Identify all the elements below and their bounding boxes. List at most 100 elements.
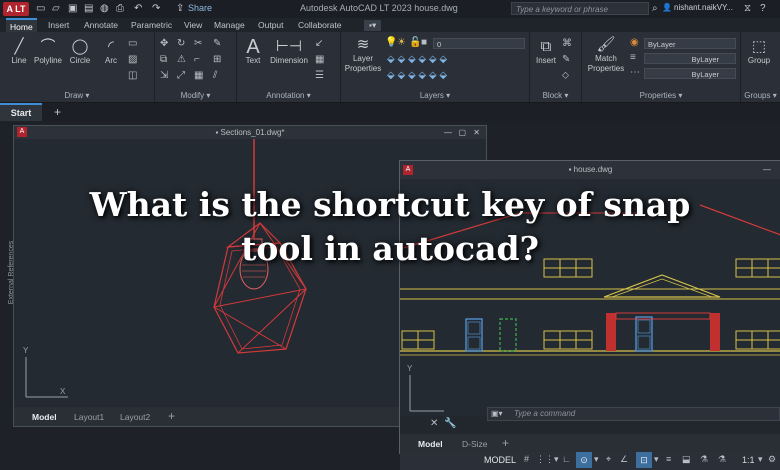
- move-icon[interactable]: ✥: [160, 38, 168, 49]
- object-snap-icon[interactable]: ⊡: [636, 452, 652, 468]
- tab-model[interactable]: Model: [32, 412, 57, 422]
- explode-icon[interactable]: ⊞: [213, 54, 221, 65]
- hatch-icon[interactable]: ▨: [128, 54, 137, 65]
- scale-icon[interactable]: ⤢: [177, 70, 185, 81]
- user-icon[interactable]: 👤: [662, 3, 672, 12]
- tab-parametric[interactable]: Parametric: [131, 20, 172, 30]
- window-titlebar[interactable]: A ▪ Sections_01.dwg* — ▢ ✕: [14, 126, 486, 139]
- layer-freeze-icon[interactable]: ☀: [397, 37, 406, 48]
- ribbon-options-icon[interactable]: ▪▾: [364, 20, 382, 31]
- tab-insert[interactable]: Insert: [48, 20, 69, 30]
- text-tool[interactable]: A Text: [241, 37, 265, 65]
- model-space-toggle[interactable]: MODEL: [484, 455, 516, 465]
- add-layout-button[interactable]: +: [168, 409, 175, 423]
- save-icon[interactable]: ▣: [68, 3, 77, 14]
- workspace-gear-icon[interactable]: ⚙: [768, 454, 776, 465]
- modify-panel-title[interactable]: Modify ▾: [155, 91, 236, 100]
- circle-tool[interactable]: ◯ Circle: [66, 38, 94, 65]
- mirror-icon[interactable]: ⚠: [177, 54, 186, 65]
- tab-layout2[interactable]: Layout2: [120, 412, 150, 422]
- annotation-scale-dropdown[interactable]: 1:1: [742, 455, 755, 465]
- properties-panel-title[interactable]: Properties ▾: [582, 91, 740, 100]
- tab-collaborate[interactable]: Collaborate: [298, 20, 341, 30]
- customize-icon[interactable]: 🔧: [444, 418, 456, 429]
- groups-panel-title[interactable]: Groups ▾: [741, 91, 780, 100]
- layer-on-icon[interactable]: 💡: [385, 37, 397, 48]
- group-tool[interactable]: ⬚ Group: [743, 38, 775, 65]
- minimize-icon[interactable]: —: [763, 161, 771, 179]
- new-tab-button[interactable]: +: [54, 105, 61, 119]
- web-icon[interactable]: ◍: [100, 3, 109, 14]
- autocad-logo[interactable]: A LT: [3, 2, 29, 16]
- copy-icon[interactable]: ⧉: [160, 54, 167, 65]
- app-store-icon[interactable]: ⧖: [744, 3, 751, 14]
- polar-tracking-icon[interactable]: ⊙: [576, 452, 592, 468]
- scale-dropdown-icon[interactable]: ▾: [758, 454, 763, 465]
- fillet-icon[interactable]: ⌐: [194, 54, 200, 65]
- object-snap-tracking-icon[interactable]: ∠: [620, 454, 628, 465]
- close-icon[interactable]: ✕: [473, 126, 480, 139]
- stretch-icon[interactable]: ⇲: [160, 70, 168, 81]
- object-snap-dropdown-icon[interactable]: ▾: [654, 454, 659, 465]
- arc-tool[interactable]: ◜ Arc: [99, 38, 123, 65]
- plot-icon[interactable]: ⎙: [116, 3, 124, 14]
- new-file-icon[interactable]: ▭: [36, 3, 45, 14]
- layer-color-swatch-icon[interactable]: ■: [421, 37, 427, 48]
- layer-dropdown[interactable]: 0: [433, 38, 525, 49]
- command-line-input[interactable]: Type a command: [487, 407, 780, 421]
- search-icon[interactable]: ⌕: [652, 3, 658, 14]
- layer-properties-tool[interactable]: ≋ Layer Properties: [343, 36, 383, 74]
- annotation-visibility-icon[interactable]: ⚗: [700, 454, 708, 465]
- help-icon[interactable]: ?: [760, 3, 766, 14]
- lineweight-dropdown[interactable]: ByLayer: [644, 53, 736, 64]
- annotation-panel-title[interactable]: Annotation ▾: [237, 91, 340, 100]
- redo-icon[interactable]: ↷: [152, 3, 160, 14]
- tab-model[interactable]: Model: [418, 439, 443, 449]
- erase-icon[interactable]: ✎: [213, 38, 221, 49]
- boundary-icon[interactable]: ◫: [128, 70, 137, 81]
- layer-tool-1-icon[interactable]: ⬙ ⬙ ⬙ ⬙ ⬙ ⬙: [387, 54, 447, 65]
- undo-icon[interactable]: ↶: [134, 3, 142, 14]
- dimension-tool[interactable]: ⊢⊣ Dimension: [267, 38, 311, 65]
- line-tool[interactable]: ╱ Line: [6, 38, 32, 65]
- leader-icon[interactable]: ↙: [315, 38, 323, 49]
- ortho-mode-icon[interactable]: ∟: [562, 454, 571, 464]
- layers-panel-title[interactable]: Layers ▾: [341, 91, 529, 100]
- tab-d-size[interactable]: D-Size: [462, 439, 488, 449]
- window-titlebar[interactable]: A ▪ house.dwg —: [400, 161, 780, 179]
- polyline-tool[interactable]: ⌒ Polyline: [33, 38, 63, 65]
- auto-scale-icon[interactable]: ⚗: [718, 454, 726, 465]
- trim-icon[interactable]: ✂: [194, 38, 202, 49]
- polar-dropdown-icon[interactable]: ▾: [594, 454, 599, 465]
- lineweight-toggle-icon[interactable]: ≡: [666, 454, 671, 464]
- open-folder-icon[interactable]: ▱: [52, 3, 60, 14]
- share-icon[interactable]: ⇪: [176, 3, 184, 14]
- block-panel-title[interactable]: Block ▾: [530, 91, 581, 100]
- array-icon[interactable]: ▦: [194, 70, 203, 81]
- draw-panel-title[interactable]: Draw ▾: [0, 91, 154, 100]
- tab-manage[interactable]: Manage: [214, 20, 245, 30]
- linetype-dropdown[interactable]: ByLayer: [644, 68, 736, 79]
- command-history-icon[interactable]: ▣▾: [491, 409, 503, 418]
- edit-block-icon[interactable]: ✎: [562, 54, 570, 65]
- tab-view[interactable]: View: [184, 20, 202, 30]
- save-as-icon[interactable]: ▤: [84, 3, 93, 14]
- table-icon[interactable]: ▦: [315, 54, 324, 65]
- start-tab[interactable]: Start: [0, 103, 42, 121]
- tab-home[interactable]: Home: [6, 18, 37, 32]
- layer-tool-2-icon[interactable]: ⬙ ⬙ ⬙ ⬙ ⬙ ⬙: [387, 70, 447, 81]
- close-command-icon[interactable]: ✕: [430, 418, 438, 429]
- isodraft-icon[interactable]: ⌖: [606, 454, 611, 465]
- offset-icon[interactable]: ⫽: [213, 70, 217, 81]
- tab-layout1[interactable]: Layout1: [74, 412, 104, 422]
- color-dropdown[interactable]: ByLayer: [644, 38, 736, 49]
- grid-icon[interactable]: #: [524, 454, 529, 464]
- match-properties-tool[interactable]: 🖌 Match Properties: [586, 36, 626, 74]
- mtext-icon[interactable]: ☰: [315, 70, 324, 81]
- maximize-icon[interactable]: ▢: [458, 126, 466, 139]
- search-input[interactable]: Type a keyword or phrase: [511, 2, 649, 15]
- insert-block-tool[interactable]: ⧉ Insert: [532, 38, 560, 65]
- tab-output[interactable]: Output: [258, 20, 284, 30]
- rotate-icon[interactable]: ↻: [177, 38, 185, 49]
- attribute-icon[interactable]: ⬦: [562, 70, 569, 81]
